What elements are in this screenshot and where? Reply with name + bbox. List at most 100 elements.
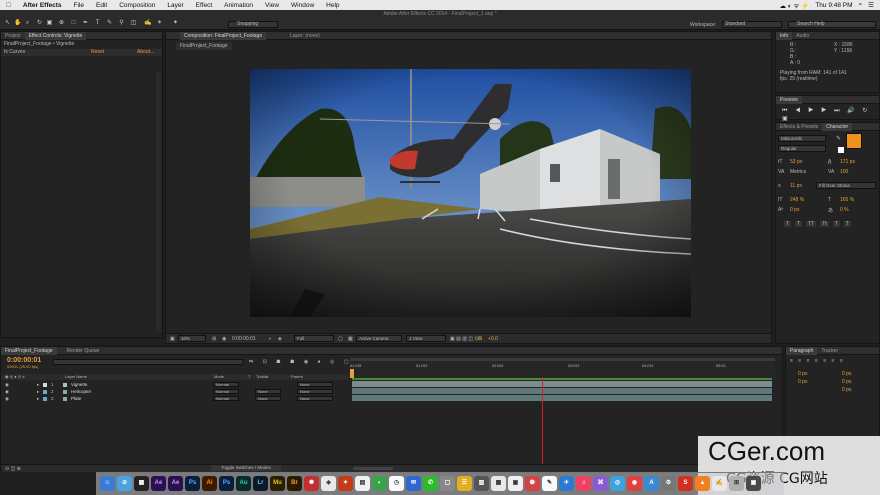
- ae-icon[interactable]: Ae: [151, 476, 166, 491]
- workspace-select[interactable]: Standard: [722, 21, 782, 28]
- puppet-pin-icon[interactable]: ✦: [172, 20, 179, 27]
- ps-icon[interactable]: Ps: [185, 476, 200, 491]
- small-caps-button[interactable]: Tt: [820, 221, 829, 227]
- toggle-switches-modes[interactable]: Toggle Switches / Modes: [211, 465, 281, 471]
- rotate-tool-icon[interactable]: ↻: [36, 20, 43, 27]
- app-icon[interactable]: ✦: [338, 476, 353, 491]
- layer-row[interactable]: ◉ ▸ 3 Plate Normal None None: [1, 395, 349, 402]
- grid-icon[interactable]: ▣: [170, 336, 175, 342]
- layer-trkmat-select[interactable]: None: [255, 396, 281, 401]
- subscript-button[interactable]: T: [843, 221, 851, 227]
- toggle-icon[interactable]: ▣ ▤ ▥ ◫ ⊡: [450, 336, 479, 342]
- col-trkmat[interactable]: TrkMat: [256, 374, 268, 380]
- app-icon[interactable]: ✆: [423, 476, 438, 491]
- app-icon[interactable]: ▣: [746, 476, 761, 491]
- apple-icon[interactable]: : [0, 2, 17, 9]
- baseline-value[interactable]: 0 px: [790, 207, 799, 213]
- footer-icons[interactable]: ⊙ ◫ ⊕: [5, 466, 21, 472]
- expand-arrow-icon[interactable]: ▸: [37, 381, 39, 388]
- app-icon[interactable]: ✎: [542, 476, 557, 491]
- app-icon[interactable]: ◎: [610, 476, 625, 491]
- viewer-image[interactable]: [250, 69, 691, 317]
- layer-parent-select[interactable]: None: [297, 396, 333, 401]
- puppet-tool-icon[interactable]: ✶: [156, 20, 163, 27]
- vert-scale-value[interactable]: 248 %: [790, 197, 804, 203]
- menu-view[interactable]: View: [259, 2, 285, 9]
- app-icon[interactable]: ⌘: [593, 476, 608, 491]
- app-icon[interactable]: ▦: [491, 476, 506, 491]
- stroke-width-value[interactable]: 11 px: [790, 183, 802, 189]
- tab-tracker[interactable]: Tracker: [817, 347, 842, 355]
- layer-row[interactable]: ◉ ▸ 1 Vignette Normal None: [1, 381, 349, 388]
- zoom-tool-icon[interactable]: ⌕: [24, 20, 31, 27]
- layer-bar-vignette[interactable]: [352, 381, 772, 387]
- au-icon[interactable]: Au: [236, 476, 251, 491]
- current-time[interactable]: 0:00:00:01: [232, 336, 256, 342]
- playhead-line[interactable]: [542, 377, 543, 465]
- tracking-value[interactable]: 100: [840, 169, 848, 175]
- layer-trkmat-select[interactable]: None: [255, 389, 281, 394]
- app-icon[interactable]: ✍: [712, 476, 727, 491]
- app-icon[interactable]: ▢: [440, 476, 455, 491]
- col-t[interactable]: T: [248, 374, 250, 380]
- tab-info[interactable]: Info: [776, 31, 793, 40]
- expand-arrow-icon[interactable]: ▸: [37, 388, 39, 395]
- label-color-swatch[interactable]: [43, 390, 47, 394]
- current-time-indicator[interactable]: [350, 369, 354, 378]
- layer-bar-helicopter[interactable]: [352, 388, 772, 394]
- menu-help[interactable]: Help: [320, 2, 345, 9]
- col-parent[interactable]: Parent: [291, 374, 303, 380]
- mu-icon[interactable]: Mu: [270, 476, 285, 491]
- faux-bold-button[interactable]: T: [784, 221, 792, 227]
- transparency-icon[interactable]: ▦: [348, 336, 353, 342]
- app-icon[interactable]: ◈: [321, 476, 336, 491]
- app-menu[interactable]: After Effects: [17, 2, 68, 9]
- timeline-current-time[interactable]: 0:00:00:01: [7, 357, 41, 364]
- exposure-value[interactable]: +0,0: [488, 336, 498, 342]
- snapping-toggle[interactable]: Snapping: [228, 21, 278, 28]
- effect-row-curves[interactable]: fx Curves Reset About...: [1, 49, 162, 56]
- superscript-button[interactable]: T: [832, 221, 840, 227]
- hand-tool-icon[interactable]: ✋: [14, 20, 21, 27]
- views-select[interactable]: 1 View: [406, 335, 446, 342]
- pen-tool-icon[interactable]: ✒: [82, 20, 89, 27]
- app-icon[interactable]: ☰: [457, 476, 472, 491]
- app-icon[interactable]: ⊞: [729, 476, 744, 491]
- tab-effects-presets[interactable]: Effects & Presets: [776, 123, 822, 131]
- camera-select[interactable]: Active Camera: [356, 335, 402, 342]
- status-icons[interactable]: ☁ ◐ ᯤ ⚡: [779, 1, 809, 10]
- app-icon[interactable]: ◉: [627, 476, 642, 491]
- work-area-bar[interactable]: [350, 358, 775, 361]
- tab-project[interactable]: Project: [1, 32, 25, 40]
- expand-arrow-icon[interactable]: ▸: [37, 395, 39, 402]
- white-swatch[interactable]: [838, 147, 844, 153]
- finder-icon[interactable]: ☺: [100, 476, 115, 491]
- app-icon[interactable]: ▥: [474, 476, 489, 491]
- clone-tool-icon[interactable]: ⚲: [118, 20, 125, 27]
- layer-parent-select[interactable]: None: [297, 382, 333, 387]
- playback-controls[interactable]: ⏮ ◀ ▶ ▶ ⏭ 🔊 ↻ ▣: [782, 107, 879, 122]
- show-channel-icon[interactable]: ◈: [278, 336, 282, 342]
- list-icon[interactable]: ☰: [868, 1, 874, 9]
- menu-window[interactable]: Window: [285, 2, 320, 9]
- search-help-input[interactable]: Search Help: [788, 21, 876, 28]
- app-icon[interactable]: ⌚: [525, 476, 540, 491]
- layer-name[interactable]: Plate: [71, 395, 81, 402]
- tab-paragraph[interactable]: Paragraph: [786, 346, 818, 355]
- app-icon[interactable]: ✉: [406, 476, 421, 491]
- scrollbar[interactable]: [156, 72, 161, 332]
- about-link[interactable]: About...: [137, 49, 154, 56]
- ae-icon-2[interactable]: Ae: [168, 476, 183, 491]
- visibility-icon[interactable]: ◉: [5, 388, 9, 395]
- space-before-value[interactable]: 0 px: [798, 379, 807, 385]
- faux-italic-button[interactable]: T: [795, 221, 803, 227]
- app-icon[interactable]: ▲: [695, 476, 710, 491]
- horiz-scale-value[interactable]: 165 %: [840, 197, 854, 203]
- kerning-value[interactable]: Metrics: [790, 169, 806, 175]
- safe-zone-icon[interactable]: ⊞: [212, 336, 216, 342]
- spotlight-icon[interactable]: ⌕: [859, 1, 863, 9]
- tab-audio[interactable]: Audio: [792, 32, 813, 40]
- app-icon[interactable]: ◷: [389, 476, 404, 491]
- eyedropper-icon[interactable]: ✎: [836, 135, 841, 142]
- bug-icon[interactable]: ✺: [304, 476, 319, 491]
